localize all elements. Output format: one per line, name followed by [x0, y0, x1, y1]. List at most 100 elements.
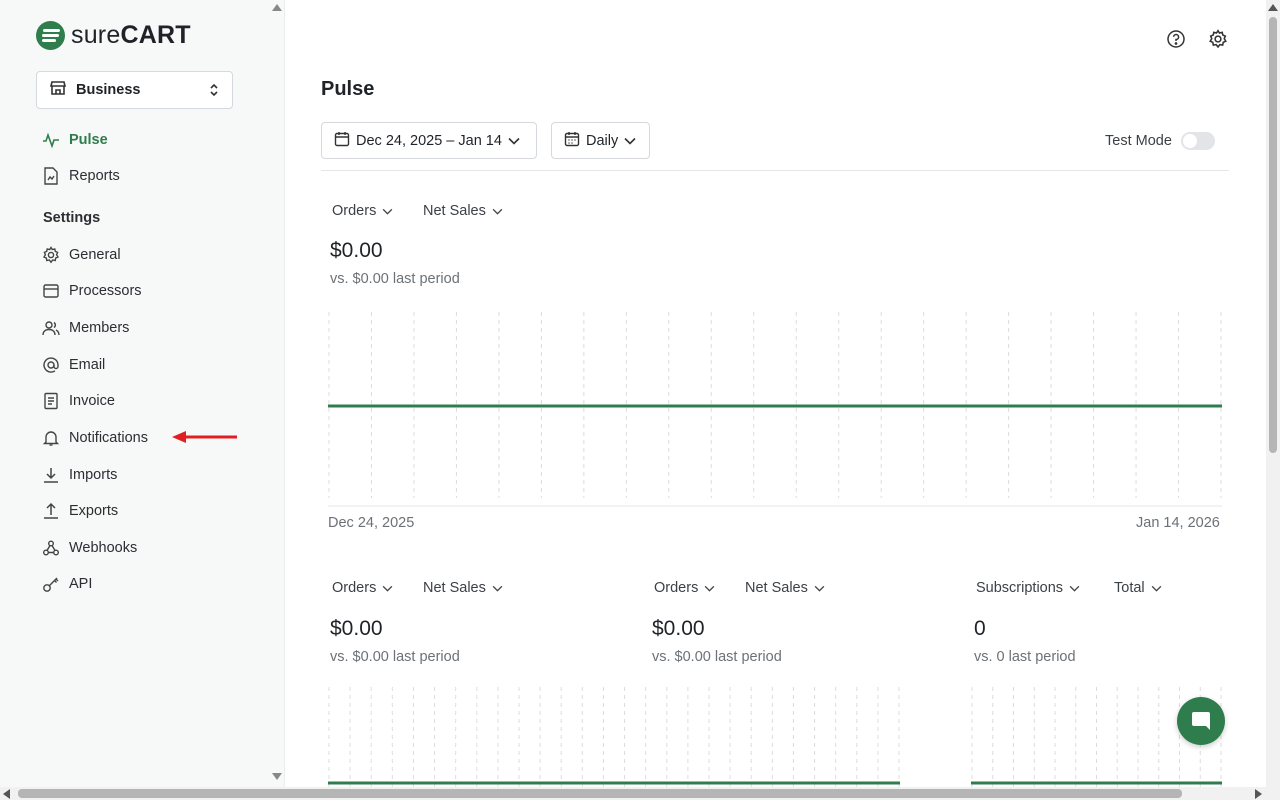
metric-label: Subscriptions [976, 580, 1064, 596]
date-range-picker[interactable]: Dec 24, 2025 – Jan 14 [321, 122, 537, 159]
chevron-down-icon [492, 203, 503, 219]
card1-metric-select[interactable]: Orders [332, 580, 393, 596]
card2-value: $0.00 [652, 617, 705, 640]
card3-compare: vs. 0 last period [974, 649, 1076, 665]
sidebar-item-label: Members [69, 320, 130, 336]
chevron-up-down-icon [208, 82, 220, 103]
sidebar-item-imports[interactable]: Imports [42, 463, 117, 487]
card3-metric-select[interactable]: Subscriptions [976, 580, 1080, 596]
metric-label: Orders [654, 580, 699, 596]
sidebar-item-label: Invoice [69, 393, 115, 409]
at-icon [42, 356, 60, 374]
store-icon [49, 79, 67, 102]
card1-measure-select[interactable]: Net Sales [423, 580, 503, 596]
sidebar-item-label: Processors [69, 283, 142, 299]
sidebar-item-notifications[interactable]: Notifications [42, 426, 148, 450]
vertical-scroll-thumb[interactable] [1269, 17, 1277, 453]
measure-label: Total [1114, 580, 1145, 596]
store-select[interactable]: Business [36, 71, 233, 109]
interval-label: Daily [586, 132, 619, 149]
store-select-label: Business [76, 82, 141, 98]
metric-label: Orders [332, 203, 377, 219]
sidebar-item-processors[interactable]: Processors [42, 279, 142, 303]
processor-icon [42, 282, 60, 300]
main-content: Pulse Dec 24, 2025 – Jan 14 Daily Test M… [286, 0, 1266, 787]
chevron-down-icon [1151, 580, 1162, 596]
card2-metric-select[interactable]: Orders [654, 580, 715, 596]
surecart-logo[interactable]: sureCART [36, 20, 191, 50]
horizontal-scrollbar[interactable] [0, 787, 1280, 800]
metric-label: Orders [332, 580, 377, 596]
gear-icon[interactable] [1208, 29, 1228, 54]
members-icon [42, 319, 60, 337]
scroll-right-icon[interactable] [1255, 789, 1262, 799]
interval-select[interactable]: Daily [551, 122, 650, 159]
chevron-down-icon [814, 580, 825, 596]
date-range-label: Dec 24, 2025 – Jan 14 [356, 132, 502, 149]
sidebar-item-label: General [69, 247, 121, 263]
card1-compare: vs. $0.00 last period [330, 649, 460, 665]
chevron-down-icon [704, 580, 715, 596]
scroll-left-icon[interactable] [3, 789, 10, 799]
chevron-down-icon [382, 203, 393, 219]
import-icon [42, 466, 60, 484]
sidebar-item-label: Email [69, 357, 106, 373]
metric-select[interactable]: Orders [332, 203, 393, 219]
calendar-grid-icon [564, 131, 580, 151]
chat-button[interactable] [1177, 697, 1225, 745]
sidebar-item-label: Webhooks [69, 540, 138, 556]
chart-end-date: Jan 14, 2026 [1136, 515, 1220, 531]
gear-icon [42, 246, 60, 264]
card1-chart [328, 687, 900, 787]
test-mode-label: Test Mode [1105, 133, 1172, 149]
chevron-down-icon [508, 133, 520, 149]
card1-value: $0.00 [330, 617, 383, 640]
logo-text-bold: CART [120, 20, 191, 49]
header-actions [1166, 29, 1228, 54]
sidebar-item-api[interactable]: API [42, 572, 92, 596]
sidebar-item-exports[interactable]: Exports [42, 499, 118, 523]
sidebar-item-webhooks[interactable]: Webhooks [42, 536, 137, 560]
calendar-icon [334, 131, 350, 151]
sidebar-item-members[interactable]: Members [42, 316, 129, 340]
sidebar-item-general[interactable]: General [42, 243, 121, 267]
chevron-down-icon [1069, 580, 1080, 596]
sidebar-item-label: Imports [69, 467, 118, 483]
sidebar-item-label: Reports [69, 168, 120, 184]
sidebar-item-label: Pulse [69, 132, 108, 148]
help-icon[interactable] [1166, 29, 1186, 54]
webhook-icon [42, 539, 60, 557]
report-icon [42, 167, 60, 185]
sidebar-item-email[interactable]: Email [42, 353, 105, 377]
card2-measure-select[interactable]: Net Sales [745, 580, 825, 596]
test-mode: Test Mode [1105, 132, 1215, 150]
pulse-icon [42, 131, 60, 149]
chevron-down-icon [382, 580, 393, 596]
card3-measure-select[interactable]: Total [1114, 580, 1162, 596]
app-window: sureCART Business Pulse Reports Settings… [0, 0, 1280, 800]
sidebar: sureCART Business Pulse Reports Settings… [0, 0, 285, 787]
sidebar-item-label: Notifications [69, 430, 148, 446]
sidebar-item-reports[interactable]: Reports [42, 164, 120, 188]
invoice-icon [42, 392, 60, 410]
test-mode-toggle[interactable] [1180, 132, 1215, 150]
measure-label: Net Sales [423, 203, 486, 219]
measure-select[interactable]: Net Sales [423, 203, 503, 219]
main-chart [328, 312, 1222, 507]
chat-icon [1192, 712, 1210, 730]
surecart-logo-icon [36, 20, 65, 50]
scroll-down-icon[interactable] [272, 773, 282, 780]
horizontal-scroll-thumb[interactable] [18, 789, 1182, 798]
sidebar-scrollbar[interactable] [270, 0, 284, 787]
sidebar-item-pulse[interactable]: Pulse [42, 128, 108, 152]
scroll-up-icon[interactable] [272, 4, 282, 11]
settings-heading: Settings [43, 210, 101, 226]
vertical-scrollbar[interactable] [1266, 0, 1280, 787]
metric-compare: vs. $0.00 last period [330, 271, 460, 287]
logo-text-light: sure [71, 20, 121, 49]
scroll-up-icon[interactable] [1268, 4, 1278, 11]
annotation-arrow-icon [172, 431, 237, 443]
sidebar-item-invoice[interactable]: Invoice [42, 389, 115, 413]
card3-value: 0 [974, 617, 986, 640]
export-icon [42, 502, 60, 520]
